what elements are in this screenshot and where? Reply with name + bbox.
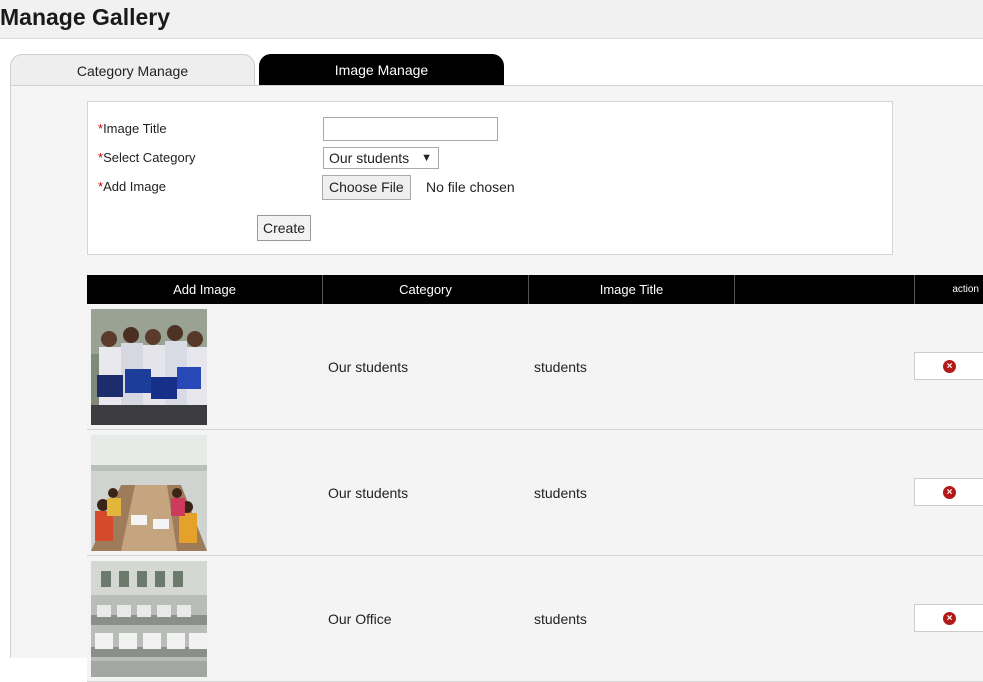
- cell-category: Our Office: [328, 611, 392, 627]
- page-title: Manage Gallery: [0, 4, 171, 30]
- file-status-text: No file chosen: [426, 179, 515, 195]
- select-category-label: *Select Category: [98, 150, 196, 165]
- thumbnail-image[interactable]: [91, 561, 207, 677]
- table-row: Our students students ×: [87, 304, 983, 430]
- delete-icon: ×: [943, 612, 956, 625]
- category-select-value: Our students: [329, 150, 410, 166]
- tab-image-manage[interactable]: Image Manage: [259, 54, 504, 86]
- cell-image-title: students: [534, 359, 587, 375]
- column-header-category: Category: [323, 275, 529, 304]
- column-header-blank: [735, 275, 915, 304]
- delete-icon: ×: [943, 360, 956, 373]
- table-row: Our students students ×: [87, 430, 983, 556]
- column-header-image-title: Image Title: [529, 275, 735, 304]
- delete-button[interactable]: ×: [914, 478, 983, 506]
- tab-category-manage[interactable]: Category Manage: [10, 54, 255, 86]
- cell-category: Our students: [328, 359, 409, 375]
- image-title-label: *Image Title: [98, 121, 167, 136]
- delete-button[interactable]: ×: [914, 352, 983, 380]
- page-header: Manage Gallery: [0, 0, 983, 39]
- delete-button[interactable]: ×: [914, 604, 983, 632]
- column-header-action: action: [952, 284, 979, 295]
- delete-icon: ×: [943, 486, 956, 499]
- image-title-input[interactable]: [323, 117, 498, 141]
- thumbnail-image[interactable]: [91, 435, 207, 551]
- cell-image-title: students: [534, 611, 587, 627]
- chevron-down-icon: ▼: [421, 152, 432, 164]
- gallery-table-header: Add Image Category Image Title action: [87, 275, 983, 304]
- table-row: Our Office students ×: [87, 556, 983, 682]
- add-image-label: *Add Image: [98, 179, 166, 194]
- cell-category: Our students: [328, 485, 409, 501]
- choose-file-button[interactable]: Choose File: [322, 175, 411, 200]
- thumbnail-image[interactable]: [91, 309, 207, 425]
- column-header-add-image: Add Image: [87, 275, 323, 304]
- category-select[interactable]: Our students ▼: [323, 147, 439, 169]
- cell-image-title: students: [534, 485, 587, 501]
- create-button[interactable]: Create: [257, 215, 312, 241]
